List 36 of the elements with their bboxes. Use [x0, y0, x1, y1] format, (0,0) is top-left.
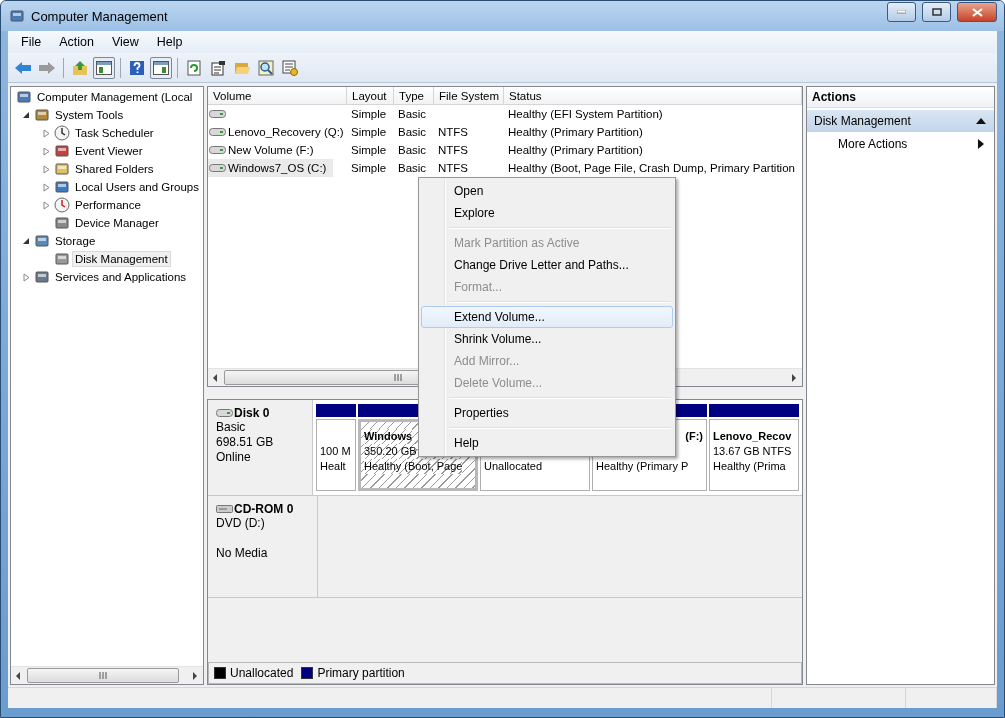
volume-name: Lenovo_Recovery (Q:)	[228, 124, 345, 140]
table-cell: Simple	[351, 162, 387, 174]
partition-status: Healthy (Prima	[713, 459, 786, 474]
section-label: Disk Management	[814, 114, 911, 128]
disk-name: CD-ROM 0	[234, 502, 294, 516]
disk-info: No Media	[216, 546, 269, 561]
partition-status: Healthy (Boot, Page	[364, 459, 463, 474]
disk-info: DVD (D:)	[216, 516, 266, 531]
table-cell: Simple	[351, 126, 387, 138]
volume-name: Windows7_OS (C:)	[228, 160, 328, 176]
table-cell: Basic	[398, 162, 427, 174]
table-cell: NTFS	[438, 162, 469, 174]
disk-info: Basic	[216, 420, 247, 435]
partition-status: Healthy (Primary P	[596, 459, 689, 474]
table-cell: Healthy (EFI System Partition)	[508, 108, 663, 120]
table-cell: Simple	[351, 144, 387, 156]
table-cell: Healthy (Primary Partition)	[508, 126, 643, 138]
legend-label: Primary partition	[317, 666, 405, 680]
disk-name: Disk 0	[234, 406, 270, 420]
disk-info: Online	[216, 450, 252, 465]
table-cell: Basic	[398, 108, 427, 120]
window-title: Computer Management	[31, 8, 169, 24]
volume-name: New Volume (F:)	[228, 142, 315, 158]
partition-name: (F:)	[685, 429, 703, 444]
table-cell: Basic	[398, 144, 427, 156]
partition-name: Windows	[364, 429, 413, 444]
table-cell: Healthy (Primary Partition)	[508, 144, 643, 156]
legend-label: Unallocated	[230, 666, 294, 680]
partition-size: 350.20 GB	[364, 444, 417, 459]
table-cell: Simple	[351, 108, 387, 120]
partition-name: Lenovo_Recov	[713, 429, 792, 444]
disk-info: 698.51 GB	[216, 435, 275, 450]
table-cell: NTFS	[438, 144, 469, 156]
table-cell: NTFS	[438, 126, 469, 138]
table-cell: Healthy (Boot, Page File, Crash Dump, Primary Partition	[508, 162, 795, 174]
table-cell: Basic	[398, 126, 427, 138]
